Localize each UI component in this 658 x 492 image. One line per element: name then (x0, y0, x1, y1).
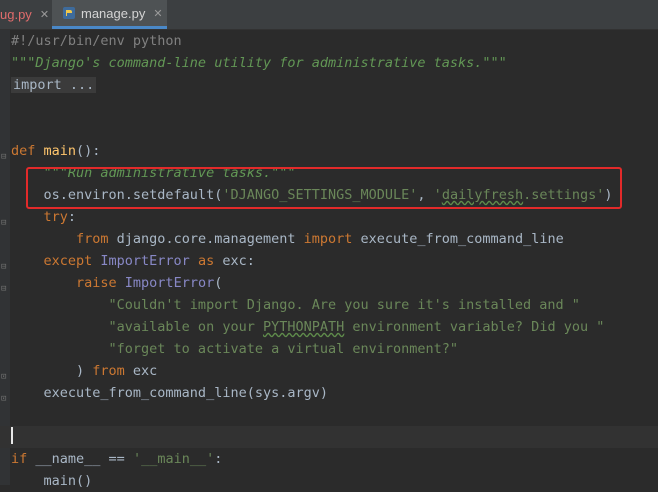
code-line[interactable]: if __name__ == '__main__': (0, 448, 658, 470)
code-token: : (214, 451, 223, 467)
code-token: """Django's command-line utility for adm… (11, 55, 507, 71)
editor-tab-bar: ug.py ✕ manage.py ✕ (0, 0, 658, 30)
code-line[interactable]: import ... (0, 74, 658, 96)
code-text: "Couldn't import Django. Are you sure it… (11, 294, 580, 316)
tab-manage-py[interactable]: manage.py ✕ (52, 0, 167, 29)
code-text: execute_from_command_line(sys.argv) (11, 382, 328, 404)
code-line[interactable]: "available on your PYTHONPATH environmen… (0, 316, 658, 338)
code-token: def (11, 143, 44, 159)
code-line[interactable]: ⊟ except ImportError as exc: (0, 250, 658, 272)
tab-label: manage.py (81, 5, 146, 21)
code-line[interactable] (0, 426, 658, 448)
code-token: "available on your PYTHONPATH environmen… (11, 319, 605, 335)
code-text: "forget to activate a virtual environmen… (11, 338, 459, 360)
code-token: execute_from_command_line (360, 231, 564, 247)
code-token: "forget to activate a virtual environmen… (11, 341, 459, 357)
close-icon[interactable]: ✕ (40, 8, 49, 21)
code-line[interactable]: ⊟ try: (0, 206, 658, 228)
code-token: execute_from_command_line(sys.argv) (11, 385, 328, 401)
code-text: """Django's command-line utility for adm… (11, 52, 507, 74)
code-line[interactable]: "forget to activate a virtual environmen… (0, 338, 658, 360)
code-text: ) from exc (11, 360, 157, 382)
code-token: ( (214, 275, 223, 291)
code-text: def main(): (11, 140, 100, 162)
code-text: try: (11, 206, 77, 228)
code-token: : (67, 209, 77, 225)
code-editor[interactable]: #!/usr/bin/env python """Django's command… (0, 30, 658, 489)
code-line[interactable]: main() (0, 470, 658, 492)
code-token: ImportError (124, 275, 215, 291)
code-token: main (43, 143, 77, 159)
code-token: import (303, 231, 361, 247)
tab-ug-py[interactable]: ug.py ✕ (0, 0, 52, 29)
code-line[interactable]: from django.core.management import execu… (0, 228, 658, 250)
code-line[interactable]: ⊟ def main(): (0, 140, 658, 162)
code-token: (): (76, 143, 101, 159)
code-text: if __name__ == '__main__': (11, 448, 222, 470)
code-token: as (197, 253, 223, 269)
code-token: try (11, 209, 68, 225)
tab-label: ug.py (0, 7, 32, 22)
code-text: except ImportError as exc: (11, 250, 255, 272)
code-line[interactable]: """Django's command-line utility for adm… (0, 52, 658, 74)
code-text: "available on your PYTHONPATH environmen… (11, 316, 605, 338)
code-line[interactable]: ⊟ raise ImportError( (0, 272, 658, 294)
code-token: #!/usr/bin/env python (11, 33, 182, 49)
code-token: '__main__' (132, 451, 215, 467)
code-text: raise ImportError( (11, 272, 222, 294)
code-text: main() (11, 470, 93, 492)
code-token: import ... (11, 77, 97, 93)
code-token: exc (132, 363, 158, 379)
code-text: #!/usr/bin/env python (11, 30, 182, 52)
code-token: exc: (222, 253, 255, 269)
python-file-icon (63, 7, 75, 19)
code-text: from django.core.management import execu… (11, 228, 564, 250)
code-token: __name__ == (35, 451, 133, 467)
text-caret (11, 427, 13, 444)
code-token: except (11, 253, 101, 269)
code-line[interactable]: #!/usr/bin/env python (0, 30, 658, 52)
code-token: raise (11, 275, 125, 291)
code-token: ImportError (100, 253, 198, 269)
code-line[interactable]: "Couldn't import Django. Are you sure it… (0, 294, 658, 316)
code-line[interactable]: ⊡ ) from exc (0, 360, 658, 382)
code-line[interactable] (0, 96, 658, 118)
code-line[interactable] (0, 404, 658, 426)
code-token: "Couldn't import Django. Are you sure it… (11, 297, 580, 313)
annotation-highlight-box (26, 167, 622, 209)
code-token: django.core.management (116, 231, 304, 247)
code-line[interactable]: ⊡ execute_from_command_line(sys.argv) (0, 382, 658, 404)
code-text: import ... (11, 74, 97, 96)
code-token: main() (11, 473, 93, 489)
code-token: ) (11, 363, 93, 379)
code-token: from (11, 231, 117, 247)
code-token: from (92, 363, 133, 379)
code-token: if (11, 451, 36, 467)
close-icon[interactable]: ✕ (153, 7, 162, 20)
code-line[interactable] (0, 118, 658, 140)
